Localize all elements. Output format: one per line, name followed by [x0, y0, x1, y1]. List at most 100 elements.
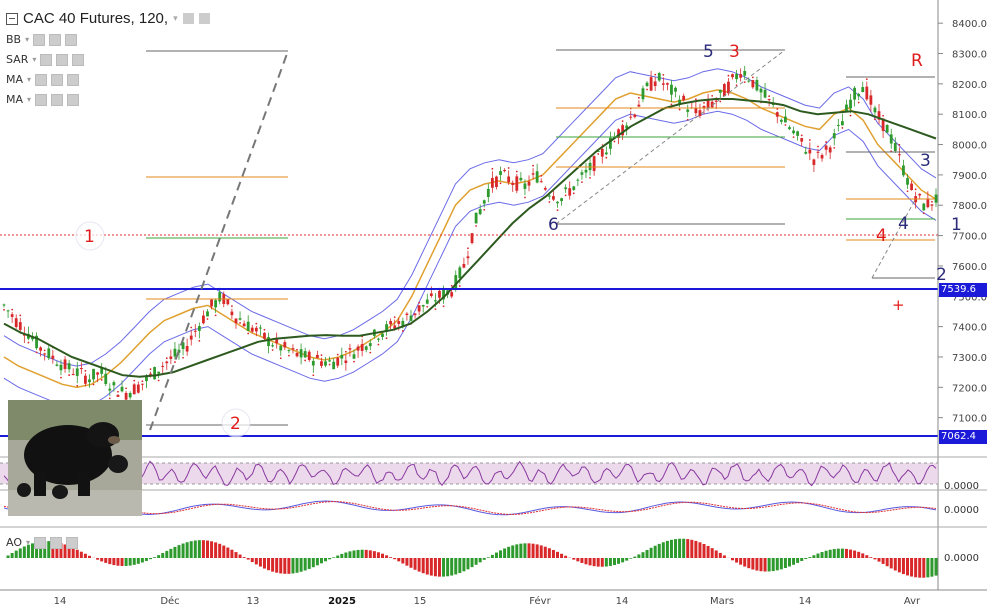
candle-body	[840, 121, 844, 126]
price-axis[interactable]: 7100.07200.07300.07400.07500.07600.07700…	[938, 19, 987, 425]
candle-body	[861, 87, 865, 93]
sar-dot	[255, 322, 258, 325]
chevron-down-icon[interactable]: ▾	[27, 95, 31, 104]
candle-body	[83, 375, 87, 384]
ao-bar	[364, 549, 368, 558]
chart-title[interactable]: CAC 40 Futures, 120, ▾	[6, 10, 210, 27]
sar-dot	[125, 387, 127, 390]
wave-label-4b: 4	[898, 214, 909, 234]
candle-body	[242, 323, 246, 327]
candle-body	[381, 333, 384, 337]
ao-bar	[556, 551, 560, 558]
eye-icon[interactable]	[182, 13, 194, 24]
close-icon[interactable]	[65, 33, 78, 46]
sar-dot	[117, 390, 119, 393]
candle-body	[523, 183, 527, 189]
collapse-icon[interactable]	[6, 12, 18, 25]
indicator-ma-1[interactable]: MA ▾	[6, 73, 80, 86]
eye-icon[interactable]	[35, 93, 48, 106]
candle-body	[515, 176, 519, 191]
candle-body	[751, 80, 755, 88]
gear-icon[interactable]	[49, 33, 62, 46]
gear-icon[interactable]	[51, 73, 64, 86]
eye-icon[interactable]	[33, 33, 46, 46]
ao-bar	[344, 552, 348, 558]
eye-icon[interactable]	[34, 536, 47, 549]
ao-bar	[153, 557, 157, 558]
ao-bar	[144, 558, 148, 561]
candle-body	[604, 152, 608, 155]
ao-bar	[710, 548, 714, 558]
ao-bar	[873, 558, 877, 560]
sar-dot	[882, 114, 884, 117]
close-icon[interactable]	[67, 93, 80, 106]
sar-dot	[271, 349, 274, 351]
sar-dot	[621, 120, 624, 123]
upper-price-tag[interactable]: 7539.6	[939, 283, 987, 297]
eye-icon[interactable]	[35, 73, 48, 86]
candle-body	[897, 154, 901, 156]
chevron-down-icon[interactable]: ▾	[26, 538, 30, 547]
ao-bar	[271, 558, 275, 572]
close-icon[interactable]	[66, 536, 79, 549]
close-icon[interactable]	[67, 73, 80, 86]
close-icon[interactable]	[72, 53, 85, 66]
ao-bar	[897, 558, 901, 573]
indicator-bb[interactable]: BB ▾	[6, 33, 78, 46]
ao-bar	[531, 543, 535, 558]
candle-body	[18, 322, 22, 330]
candle-body	[739, 74, 743, 78]
sar-dot	[157, 379, 160, 382]
sar-dot	[35, 351, 38, 354]
gear-icon[interactable]	[198, 13, 210, 24]
candle-body	[657, 73, 661, 81]
chevron-down-icon[interactable]: ▾	[27, 75, 31, 84]
gear-icon[interactable]	[50, 536, 63, 549]
sar-dot	[450, 284, 453, 287]
ao-bar	[258, 558, 262, 567]
ao-bar	[470, 558, 474, 568]
sar-dot	[922, 212, 925, 215]
ao-bar	[315, 558, 319, 566]
sar-dot	[328, 363, 331, 366]
sar-dot	[727, 74, 730, 77]
sar-dot	[133, 379, 136, 382]
ao-bar	[539, 545, 543, 558]
ao-bar	[352, 550, 356, 558]
indicator-ao[interactable]: AO ▾	[6, 536, 79, 549]
candle-body	[295, 352, 299, 357]
ao-bar	[348, 551, 352, 558]
time-tick-label: 14	[616, 596, 629, 607]
price-tick-label: 8100.0	[952, 110, 987, 121]
lower-price-tag[interactable]: 7062.4	[939, 430, 987, 444]
chevron-down-icon[interactable]: ▾	[32, 55, 36, 64]
gear-icon[interactable]	[51, 93, 64, 106]
sar-dot	[751, 76, 754, 79]
chevron-down-icon[interactable]: ▾	[25, 35, 29, 44]
time-tick-label: 14	[54, 596, 67, 607]
candle-body	[462, 264, 466, 268]
ao-bar	[865, 555, 869, 558]
sar-dot	[287, 354, 290, 357]
indicator-ma-2[interactable]: MA ▾	[6, 93, 80, 106]
sar-dot	[84, 369, 87, 372]
chart-canvas[interactable]: 7100.07200.07300.07400.07500.07600.07700…	[0, 0, 987, 610]
ao-bar	[437, 558, 441, 577]
ao-bar	[800, 558, 804, 561]
sar-dot	[336, 353, 339, 356]
ao-bar	[792, 558, 796, 565]
bear-photo	[8, 400, 142, 516]
sar-dot	[646, 88, 648, 91]
candle-body	[478, 209, 482, 215]
sar-dot	[60, 376, 62, 379]
sar-dot	[92, 383, 95, 386]
chevron-down-icon[interactable]: ▾	[173, 13, 178, 24]
gear-icon[interactable]	[56, 53, 69, 66]
ao-bar	[283, 558, 287, 574]
time-axis[interactable]: 14 Déc 13 2025 15 Févr 14 Mars 14 Avr	[54, 595, 921, 607]
sar-dot	[906, 190, 909, 193]
ao-bar	[560, 553, 564, 558]
sar-dot	[442, 305, 445, 308]
indicator-sar[interactable]: SAR ▾	[6, 53, 85, 66]
eye-icon[interactable]	[40, 53, 53, 66]
